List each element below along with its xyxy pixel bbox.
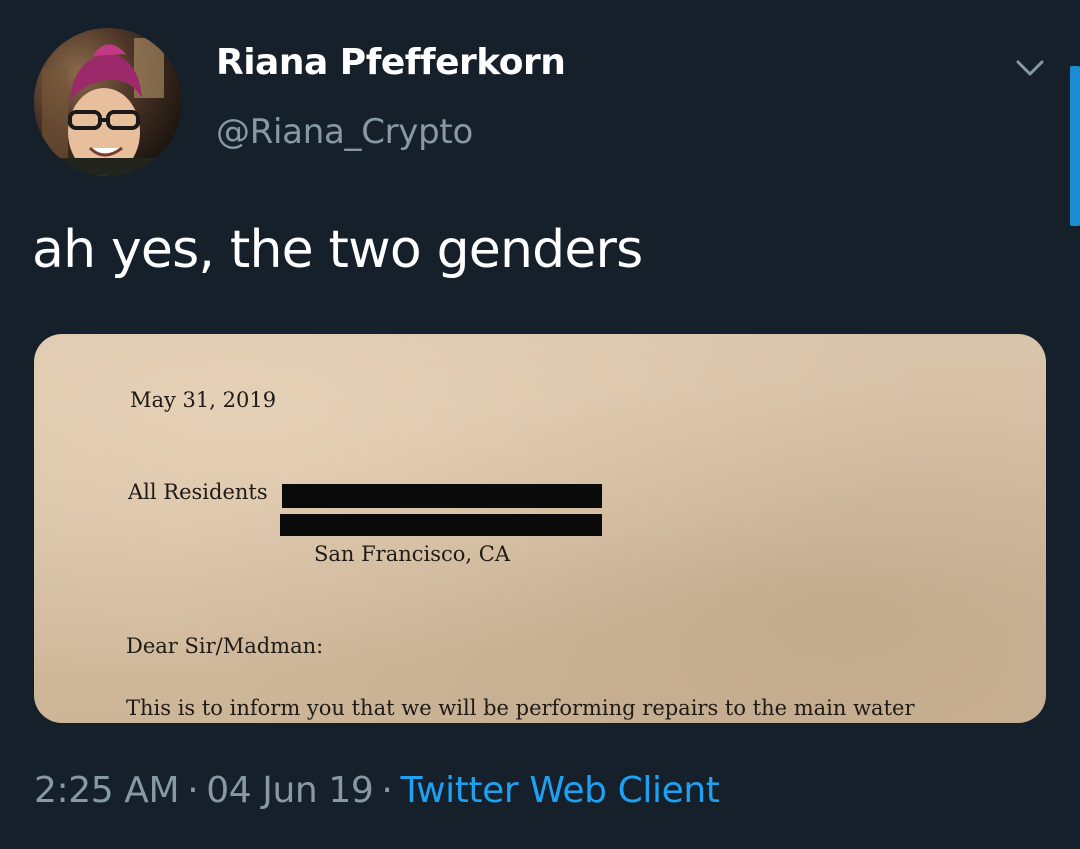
redaction-bar (280, 514, 602, 536)
scrollbar[interactable] (1070, 66, 1080, 226)
letter-salutation: Dear Sir/Madman: (126, 634, 324, 658)
user-handle[interactable]: @Riana_Crypto (216, 112, 473, 152)
tweet-source-link[interactable]: Twitter Web Client (400, 770, 719, 811)
display-name[interactable]: Riana Pfefferkorn (216, 42, 566, 83)
tweet-meta: 2:25 AM · 04 Jun 19 · Twitter Web Client (34, 770, 720, 811)
tweet-time[interactable]: 2:25 AM (34, 770, 180, 811)
separator-dot: · (187, 770, 199, 811)
chevron-down-icon[interactable] (1010, 52, 1050, 82)
letter-date: May 31, 2019 (130, 388, 277, 412)
redaction-bar (282, 484, 602, 508)
tweet-text: ah yes, the two genders (32, 220, 643, 280)
letter-body: This is to inform you that we will be pe… (126, 696, 915, 720)
separator-dot: · (381, 770, 393, 811)
letter-city: San Francisco, CA (314, 542, 511, 566)
tweet-date[interactable]: 04 Jun 19 (206, 770, 374, 811)
letter-recipient: All Residents (128, 480, 268, 504)
tweet-media-image[interactable]: May 31, 2019 All Residents San Francisco… (34, 334, 1046, 723)
avatar-photo (34, 28, 182, 176)
avatar[interactable] (34, 28, 182, 176)
